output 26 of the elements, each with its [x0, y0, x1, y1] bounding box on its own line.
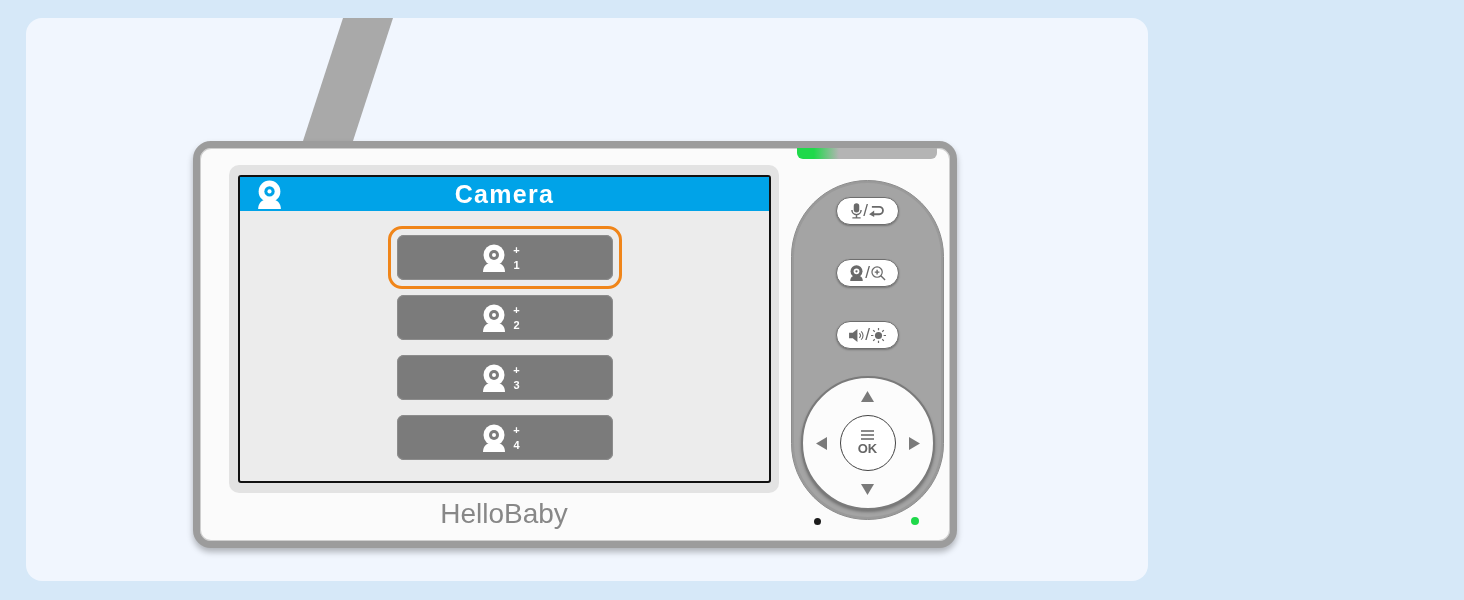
screen-title: Camera [454, 179, 555, 209]
menu-icon [861, 430, 874, 440]
add-camera-button[interactable]: + 3 [396, 355, 613, 400]
camera-icon [481, 243, 508, 272]
camera-icon [481, 363, 508, 392]
down-arrow-icon[interactable] [861, 484, 874, 495]
up-arrow-icon[interactable] [861, 391, 874, 402]
camera-icon [481, 423, 508, 452]
camera-icon [481, 303, 508, 332]
volume-key[interactable]: / [836, 321, 899, 349]
microphone-icon [851, 203, 863, 219]
left-arrow-icon[interactable] [815, 436, 827, 450]
camera-icon [849, 265, 865, 281]
sun-icon [870, 327, 886, 343]
zoom-key[interactable]: / [836, 259, 899, 287]
right-arrow-icon[interactable] [908, 436, 920, 450]
brand-logo: HelloBaby [440, 498, 568, 530]
speaker-icon [849, 328, 865, 342]
add-camera-button[interactable]: + 2 [396, 295, 613, 340]
ok-button[interactable]: OK [839, 415, 896, 471]
add-camera-button[interactable]: + 1 [387, 226, 622, 289]
return-arrow-icon [868, 205, 884, 217]
add-camera-button[interactable]: + 4 [396, 415, 613, 460]
dot-icon [814, 517, 821, 525]
zoom-in-icon [870, 265, 886, 281]
talk-key[interactable]: / [836, 197, 899, 225]
